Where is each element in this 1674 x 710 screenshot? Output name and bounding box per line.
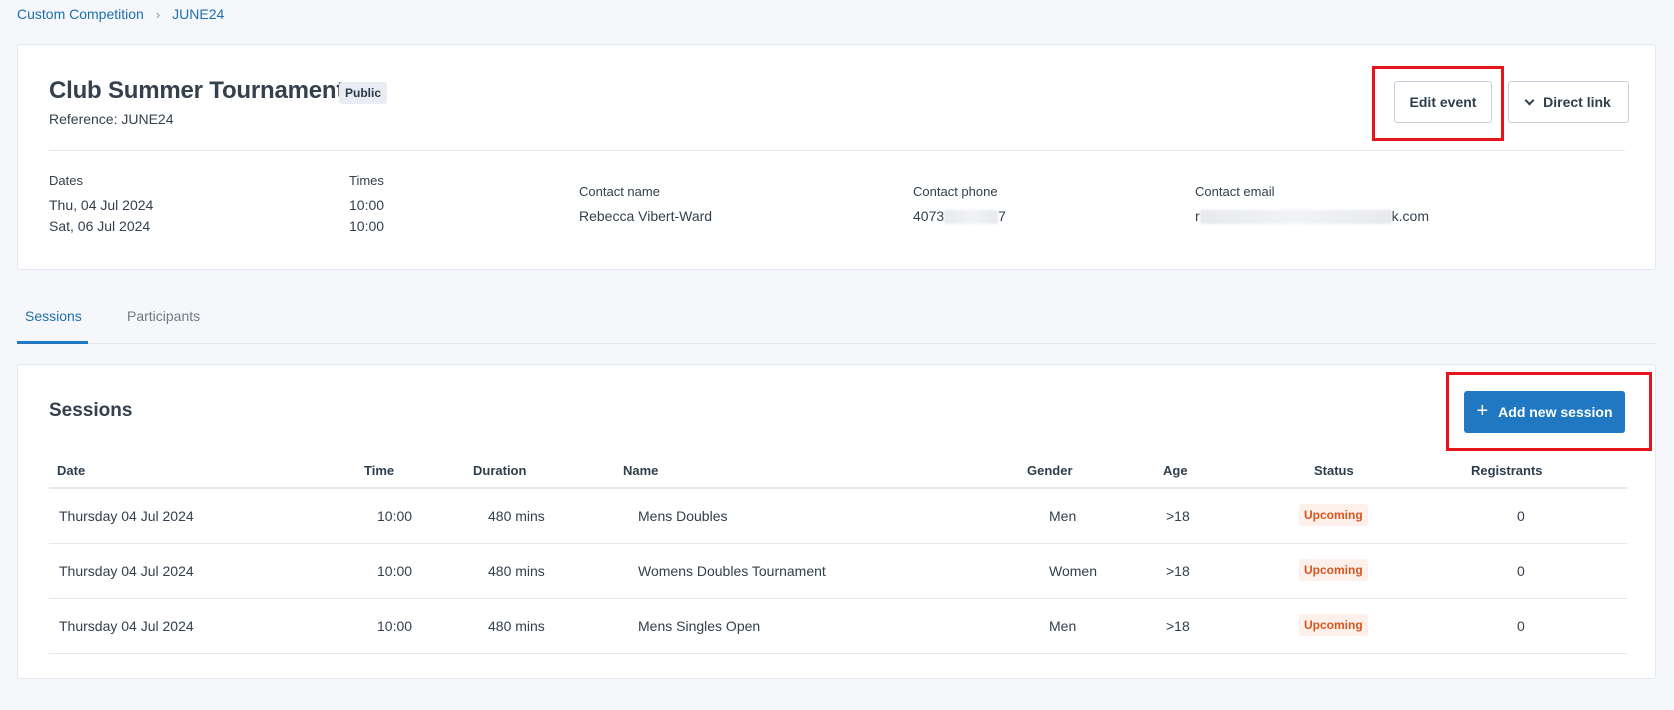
dates-label: Dates bbox=[49, 173, 83, 188]
contact-email: r k.com bbox=[1195, 208, 1430, 225]
tab-sessions[interactable]: Sessions bbox=[25, 308, 82, 324]
start-time: 10:00 bbox=[349, 197, 385, 213]
column-header-status[interactable]: Status bbox=[1314, 463, 1354, 478]
direct-link-button[interactable]: Direct link bbox=[1508, 81, 1629, 123]
cell-registrants: 0 bbox=[1517, 618, 1525, 634]
times-label: Times bbox=[349, 173, 384, 188]
cell-gender: Men bbox=[1049, 508, 1077, 524]
cell-date: Thursday 04 Jul 2024 bbox=[59, 618, 194, 634]
contact-email-end: k.com bbox=[1391, 208, 1430, 224]
breadcrumb: Custom Competition › JUNE24 bbox=[17, 6, 224, 22]
contact-phone-label: Contact phone bbox=[913, 184, 998, 199]
redacted-block bbox=[1199, 210, 1392, 225]
sessions-table: Date Time Duration Name Gender Age Statu… bbox=[49, 453, 1627, 654]
cell-registrants: 0 bbox=[1517, 508, 1525, 524]
tab-bar: Sessions Participants bbox=[17, 296, 1656, 344]
cell-time: 10:00 bbox=[377, 618, 413, 634]
column-header-name[interactable]: Name bbox=[623, 463, 658, 478]
status-badge: Upcoming bbox=[1299, 504, 1368, 526]
cell-registrants: 0 bbox=[1517, 563, 1525, 579]
table-header: Date Time Duration Name Gender Age Statu… bbox=[49, 453, 1627, 489]
table-row[interactable]: Thursday 04 Jul 2024 10:00 480 mins Mens… bbox=[49, 599, 1627, 654]
cell-age: >18 bbox=[1166, 618, 1190, 634]
end-date: Sat, 06 Jul 2024 bbox=[49, 218, 151, 234]
cell-age: >18 bbox=[1166, 508, 1190, 524]
event-title: Club Summer Tournament bbox=[49, 77, 345, 104]
divider bbox=[49, 150, 1625, 151]
sessions-card: Sessions + Add new session Date Time Dur… bbox=[17, 364, 1656, 679]
redacted-block bbox=[944, 210, 999, 225]
sessions-heading: Sessions bbox=[49, 400, 133, 421]
add-new-session-label: Add new session bbox=[1498, 404, 1613, 420]
direct-link-label: Direct link bbox=[1543, 94, 1611, 110]
cell-duration: 480 mins bbox=[488, 508, 545, 524]
visibility-badge: Public bbox=[339, 82, 388, 104]
cell-gender: Men bbox=[1049, 618, 1077, 634]
start-date: Thu, 04 Jul 2024 bbox=[49, 197, 154, 213]
contact-phone-end: 7 bbox=[998, 208, 1006, 224]
cell-name: Mens Singles Open bbox=[638, 618, 761, 634]
contact-name-label: Contact name bbox=[579, 184, 660, 199]
plus-icon: + bbox=[1476, 400, 1489, 422]
column-header-time[interactable]: Time bbox=[364, 463, 394, 478]
cell-name: Mens Doubles bbox=[638, 508, 728, 524]
contact-phone-start: 4073 bbox=[913, 208, 945, 224]
cell-duration: 480 mins bbox=[488, 563, 545, 579]
cell-date: Thursday 04 Jul 2024 bbox=[59, 508, 194, 524]
add-new-session-button[interactable]: + Add new session bbox=[1464, 391, 1625, 433]
cell-age: >18 bbox=[1166, 563, 1190, 579]
cell-gender: Women bbox=[1049, 563, 1097, 579]
event-reference: Reference: JUNE24 bbox=[49, 111, 174, 127]
breadcrumb-separator: › bbox=[155, 6, 161, 22]
column-header-gender[interactable]: Gender bbox=[1027, 463, 1073, 478]
cell-time: 10:00 bbox=[377, 563, 413, 579]
contact-email-label: Contact email bbox=[1195, 184, 1275, 199]
cell-name: Womens Doubles Tournament bbox=[638, 563, 826, 579]
contact-email-start: r bbox=[1195, 208, 1200, 224]
end-time: 10:00 bbox=[349, 218, 385, 234]
table-row[interactable]: Thursday 04 Jul 2024 10:00 480 mins Wome… bbox=[49, 544, 1627, 599]
contact-name: Rebecca Vibert-Ward bbox=[579, 208, 713, 224]
status-badge: Upcoming bbox=[1299, 559, 1368, 581]
cell-date: Thursday 04 Jul 2024 bbox=[59, 563, 194, 579]
cell-time: 10:00 bbox=[377, 508, 413, 524]
column-header-date[interactable]: Date bbox=[57, 463, 85, 478]
edit-event-button[interactable]: Edit event bbox=[1394, 81, 1492, 123]
tab-participants[interactable]: Participants bbox=[127, 308, 200, 324]
column-header-age[interactable]: Age bbox=[1163, 463, 1188, 478]
breadcrumb-current[interactable]: JUNE24 bbox=[172, 6, 224, 22]
active-tab-indicator bbox=[17, 341, 88, 344]
contact-phone: 4073 7 bbox=[913, 208, 1006, 225]
column-header-registrants[interactable]: Registrants bbox=[1471, 463, 1543, 478]
chevron-down-icon bbox=[1524, 95, 1535, 105]
event-details-card: Club Summer Tournament Public Reference:… bbox=[17, 44, 1656, 270]
cell-duration: 480 mins bbox=[488, 618, 545, 634]
column-header-duration[interactable]: Duration bbox=[473, 463, 526, 478]
table-row[interactable]: Thursday 04 Jul 2024 10:00 480 mins Mens… bbox=[49, 489, 1627, 544]
breadcrumb-link-custom-competition[interactable]: Custom Competition bbox=[17, 6, 144, 22]
status-badge: Upcoming bbox=[1299, 614, 1368, 636]
